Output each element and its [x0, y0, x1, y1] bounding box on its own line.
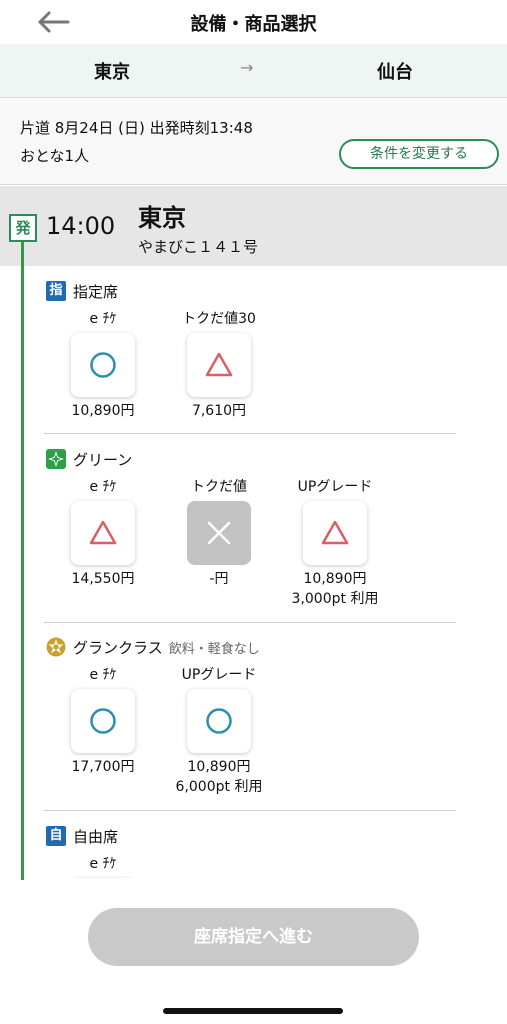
fare-option-name: トクだ値30 — [182, 311, 256, 327]
section-label: 自由席 — [73, 828, 119, 846]
fare-option-name: UPグレード — [181, 667, 257, 683]
fare-option-e-ticket: e ﾁｹ 10,890円 — [58, 309, 148, 421]
departure-row: 発 14:00 東京 やまびこ１４１号 — [0, 186, 507, 266]
app-header: 設備・商品選択 — [0, 0, 507, 44]
fare-option-name: UPグレード — [297, 479, 373, 495]
reserved-seat-icon: 指 — [46, 281, 66, 301]
availability-button[interactable] — [303, 501, 367, 565]
train-name: やまびこ１４１号 — [138, 238, 259, 256]
fare-price: 14,550円 — [71, 571, 135, 587]
timeline-line — [21, 242, 24, 880]
fare-option-upgrade: UPグレード 10,890円 3,000pt 利用 — [290, 477, 380, 609]
fare-option-e-ticket: e ﾁｹ 17,700円 — [58, 665, 148, 777]
section-reserved-seat: 指 指定席 e ﾁｹ 10,890円 トクだ値30 7,610円 — [44, 281, 456, 435]
fare-price: 17,700円 — [71, 759, 135, 775]
origin-station: 東京 — [94, 62, 130, 83]
section-unreserved-seat: 自 自由席 e ﾁｹ — [44, 826, 456, 878]
points-usage: 3,000pt 利用 — [291, 591, 379, 607]
change-conditions-button[interactable]: 条件を変更する — [339, 139, 499, 169]
availability-button[interactable] — [71, 333, 135, 397]
points-usage: 6,000pt 利用 — [175, 779, 263, 795]
fare-option-upgrade: UPグレード 10,890円 6,000pt 利用 — [174, 665, 264, 797]
availability-button[interactable] — [71, 689, 135, 753]
section-divider — [44, 622, 456, 623]
home-indicator — [163, 1008, 343, 1014]
few-seats-triangle-icon — [205, 352, 233, 377]
trip-date-time: 片道 8月24日 (日) 出発時刻13:48 — [20, 119, 253, 137]
availability-button[interactable] — [187, 333, 251, 397]
fare-option-e-ticket: e ﾁｹ — [58, 854, 148, 878]
fare-price: 10,890円 — [303, 571, 367, 587]
section-green: グリーン e ﾁｹ 14,550円 トクだ値 -円 UPグレード 10,890円… — [44, 449, 456, 624]
green-car-icon — [46, 449, 66, 469]
fare-option-name: e ﾁｹ — [89, 479, 117, 495]
section-label: 指定席 — [73, 283, 119, 301]
gran-class-icon — [46, 637, 66, 657]
few-seats-triangle-icon — [321, 520, 349, 545]
unreserved-seat-icon: 自 — [46, 826, 66, 846]
section-divider — [44, 433, 456, 434]
fare-price: 10,890円 — [187, 759, 251, 775]
few-seats-triangle-icon — [89, 520, 117, 545]
section-gran-class: グランクラス 飲料・軽食なし e ﾁｹ 17,700円 UPグレード 10,890… — [44, 637, 456, 812]
proceed-to-seat-selection-button[interactable]: 座席指定へ進む — [88, 908, 419, 966]
available-circle-icon — [90, 352, 116, 378]
fare-option-name: トクだ値 — [191, 479, 247, 495]
section-label-text: グランクラス — [73, 639, 163, 657]
passenger-count: おとな1人 — [20, 147, 90, 165]
section-label: グリーン — [73, 451, 133, 469]
fare-option-tokudane: トクだ値 -円 — [174, 477, 264, 589]
fare-price: -円 — [209, 571, 229, 587]
fare-price: 10,890円 — [71, 403, 135, 419]
section-note: 飲料・軽食なし — [168, 642, 260, 657]
fare-option-name: e ﾁｹ — [89, 856, 117, 872]
fare-option-name: e ﾁｹ — [89, 311, 117, 327]
fare-option-e-ticket: e ﾁｹ 14,550円 — [58, 477, 148, 589]
route-arrow-icon: → — [240, 58, 254, 77]
departure-station: 東京 — [138, 204, 186, 232]
section-divider — [44, 810, 456, 811]
unavailable-cross-icon — [207, 521, 231, 545]
available-circle-icon — [90, 708, 116, 734]
page-title: 設備・商品選択 — [190, 14, 317, 35]
availability-button[interactable] — [71, 501, 135, 565]
fare-option-name: e ﾁｹ — [89, 667, 117, 683]
departure-time: 14:00 — [46, 212, 116, 240]
destination-station: 仙台 — [377, 62, 413, 83]
fare-option-tokudane30: トクだ値30 7,610円 — [174, 309, 264, 421]
availability-button[interactable] — [187, 501, 251, 565]
fare-price: 7,610円 — [191, 403, 247, 419]
departure-badge: 発 — [9, 214, 37, 242]
available-circle-icon — [206, 708, 232, 734]
route-bar: 東京 → 仙台 — [0, 44, 507, 98]
search-conditions: 片道 8月24日 (日) 出発時刻13:48 おとな1人 条件を変更する — [0, 99, 507, 185]
section-label: グランクラス 飲料・軽食なし — [73, 637, 260, 658]
availability-button[interactable] — [187, 689, 251, 753]
